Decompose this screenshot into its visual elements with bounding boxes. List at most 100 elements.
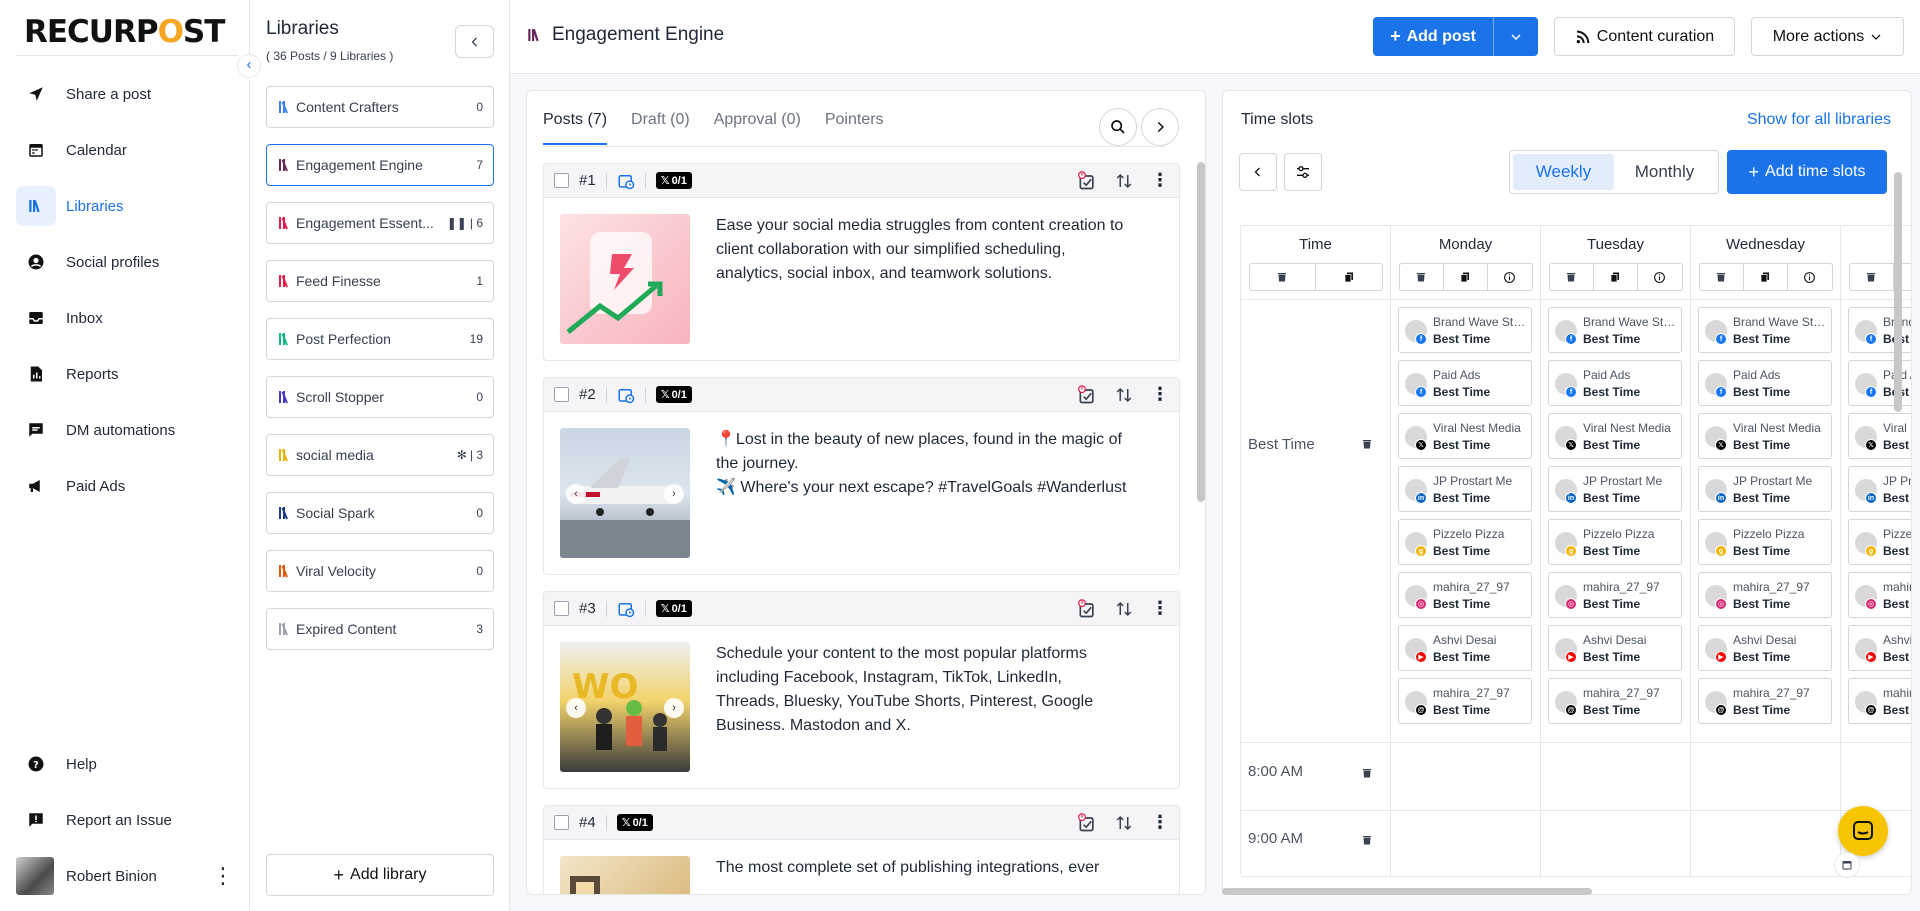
copy-icon[interactable] <box>1594 264 1639 290</box>
reorder-icon[interactable] <box>1115 172 1133 190</box>
account-slot[interactable]: in JP Prostart Me Best Time <box>1398 466 1532 512</box>
chat-support-button[interactable] <box>1838 806 1888 856</box>
account-slot[interactable]: in JP Prostart Me Best Time <box>1698 466 1832 512</box>
horizontal-scrollbar[interactable] <box>1222 888 1592 895</box>
account-slot[interactable]: 𝕏 Viral Nest Media Best Time <box>1398 413 1532 459</box>
weekly-toggle[interactable]: Weekly <box>1513 154 1614 190</box>
library-item[interactable]: Content Crafters 0 <box>266 86 494 128</box>
account-slot[interactable]: ◎ mahira_27_97 Best Time <box>1848 572 1911 618</box>
post-checkbox[interactable] <box>554 601 569 616</box>
schedule-icon[interactable] <box>617 172 635 190</box>
schedule-icon[interactable] <box>617 600 635 618</box>
trash-icon[interactable] <box>1361 834 1373 846</box>
post-card[interactable]: #1 𝕏 0/1 ⋮ Ease your social media struggles … <box>543 163 1180 361</box>
nav-calendar[interactable]: Calendar <box>16 128 244 172</box>
trash-icon[interactable] <box>1361 767 1373 779</box>
nav-libraries[interactable]: Libraries <box>16 184 244 228</box>
account-slot[interactable]: ▶ Ashvi Desai Best Time <box>1548 625 1682 671</box>
account-slot[interactable]: 𝕏 Viral Nest Media Best Time <box>1548 413 1682 459</box>
post-thumbnail[interactable]: WO ‹ › <box>560 642 690 772</box>
monthly-toggle[interactable]: Monthly <box>1614 154 1715 190</box>
add-post-button[interactable]: + Add post <box>1373 17 1493 56</box>
account-slot[interactable]: ◎ mahira_27_97 Best Time <box>1698 572 1832 618</box>
info-icon[interactable] <box>1488 264 1531 290</box>
account-slot[interactable]: fBrand Wave Stu...Best Time <box>1698 307 1832 353</box>
collapse-sidebar-button[interactable]: ‹ <box>237 54 261 78</box>
carousel-prev-icon[interactable]: ‹ <box>566 484 586 504</box>
post-card[interactable]: #4 𝕏 0/1 ⋮ The most complete set of publishi… <box>543 805 1180 894</box>
account-slot[interactable]: ▶ Ashvi Desai Best Time <box>1848 625 1911 671</box>
post-card[interactable]: #2 𝕏 0/1 ⋮ ‹ › 📍Lost in the beauty of new plac… <box>543 377 1180 575</box>
previous-week-button[interactable] <box>1239 153 1277 191</box>
filter-button[interactable] <box>1284 153 1322 191</box>
nav-social-profiles[interactable]: Social profiles <box>16 240 244 284</box>
approval-warning-icon[interactable] <box>1077 598 1097 619</box>
carousel-next-icon[interactable]: › <box>664 484 684 504</box>
account-slot[interactable]: ◎ mahira_27_97 Best Time <box>1398 572 1532 618</box>
more-vertical-icon[interactable]: ⋮ <box>212 865 234 887</box>
tab-approval[interactable]: Approval (0) <box>714 111 801 145</box>
trash-icon[interactable] <box>1700 264 1744 290</box>
copy-icon[interactable] <box>1744 264 1789 290</box>
x-network-badge[interactable]: 𝕏 0/1 <box>616 814 653 831</box>
library-item[interactable]: Post Perfection 19 <box>266 318 494 360</box>
post-checkbox[interactable] <box>554 815 569 830</box>
account-slot[interactable]: g Pizzelo Pizza Best Time <box>1698 519 1832 565</box>
nav-report-issue[interactable]: Report an Issue <box>16 798 244 842</box>
x-network-badge[interactable]: 𝕏 0/1 <box>655 600 692 617</box>
post-checkbox[interactable] <box>554 387 569 402</box>
account-slot[interactable]: in JP Prostart Me Best Time <box>1548 466 1682 512</box>
library-item[interactable]: Expired Content 3 <box>266 608 494 650</box>
nav-reports[interactable]: Reports <box>16 352 244 396</box>
library-item[interactable]: Engagement Engine 7 <box>266 144 494 186</box>
post-thumbnail[interactable] <box>560 214 690 344</box>
account-slot[interactable]: fBrand Wave Stu...Best Time <box>1398 307 1532 353</box>
library-item[interactable]: Social Spark 0 <box>266 492 494 534</box>
account-slot[interactable]: fBrand Wave Stu...Best Time <box>1548 307 1682 353</box>
account-slot[interactable]: ▶ Ashvi Desai Best Time <box>1698 625 1832 671</box>
approval-warning-icon[interactable] <box>1077 170 1097 191</box>
tab-posts[interactable]: Posts (7) <box>543 111 608 145</box>
schedule-icon[interactable] <box>617 386 635 404</box>
search-button[interactable] <box>1099 108 1137 146</box>
more-vertical-icon[interactable]: ⋮ <box>1151 170 1169 191</box>
x-network-badge[interactable]: 𝕏 0/1 <box>655 172 692 189</box>
nav-share-a-post[interactable]: Share a post <box>16 72 244 116</box>
post-card[interactable]: #3 𝕏 0/1 ⋮ WO ‹ › Schedule your content to the … <box>543 591 1180 789</box>
account-slot[interactable]: in JP Prostart Me Best Time <box>1848 466 1911 512</box>
account-slot[interactable]: fPaid AdsBest Time <box>1848 360 1911 406</box>
next-button[interactable] <box>1141 108 1179 146</box>
account-slot[interactable]: @ mahira_27_97 Best Time <box>1398 678 1532 724</box>
post-checkbox[interactable] <box>554 173 569 188</box>
account-slot[interactable]: @ mahira_27_97 Best Time <box>1548 678 1682 724</box>
x-network-badge[interactable]: 𝕏 0/1 <box>655 386 692 403</box>
account-slot[interactable]: g Pizzelo Pizza Best Time <box>1398 519 1532 565</box>
library-item[interactable]: Viral Velocity 0 <box>266 550 494 592</box>
time-slots-scrollbar[interactable] <box>1894 172 1902 412</box>
account-slot[interactable]: fPaid AdsBest Time <box>1398 360 1532 406</box>
reorder-icon[interactable] <box>1115 386 1133 404</box>
reorder-icon[interactable] <box>1115 600 1133 618</box>
account-slot[interactable]: @ mahira_27_97 Best Time <box>1698 678 1832 724</box>
nav-inbox[interactable]: Inbox <box>16 296 244 340</box>
post-thumbnail[interactable] <box>560 856 690 894</box>
account-slot[interactable]: @ mahira_27_97 Best Time <box>1848 678 1911 724</box>
post-thumbnail[interactable]: ‹ › <box>560 428 690 558</box>
info-icon[interactable] <box>1638 264 1681 290</box>
account-slot[interactable]: fBrand Wave Stu...Best Time <box>1848 307 1911 353</box>
tab-draft[interactable]: Draft (0) <box>631 111 690 145</box>
trash-icon[interactable] <box>1250 264 1316 290</box>
tab-pointers[interactable]: Pointers <box>825 111 884 145</box>
account-slot[interactable]: ▶ Ashvi Desai Best Time <box>1398 625 1532 671</box>
account-slot[interactable]: fPaid AdsBest Time <box>1698 360 1832 406</box>
add-time-slots-button[interactable]: + Add time slots <box>1727 150 1887 194</box>
copy-icon[interactable] <box>1316 264 1382 290</box>
trash-icon[interactable] <box>1400 264 1444 290</box>
recurpost-logo[interactable]: RECURPOST <box>24 14 225 50</box>
more-vertical-icon[interactable]: ⋮ <box>1151 812 1169 833</box>
trash-icon[interactable] <box>1550 264 1594 290</box>
info-icon[interactable] <box>1788 264 1831 290</box>
account-slot[interactable]: ◎ mahira_27_97 Best Time <box>1548 572 1682 618</box>
library-item[interactable]: Feed Finesse 1 <box>266 260 494 302</box>
approval-warning-icon[interactable] <box>1077 384 1097 405</box>
